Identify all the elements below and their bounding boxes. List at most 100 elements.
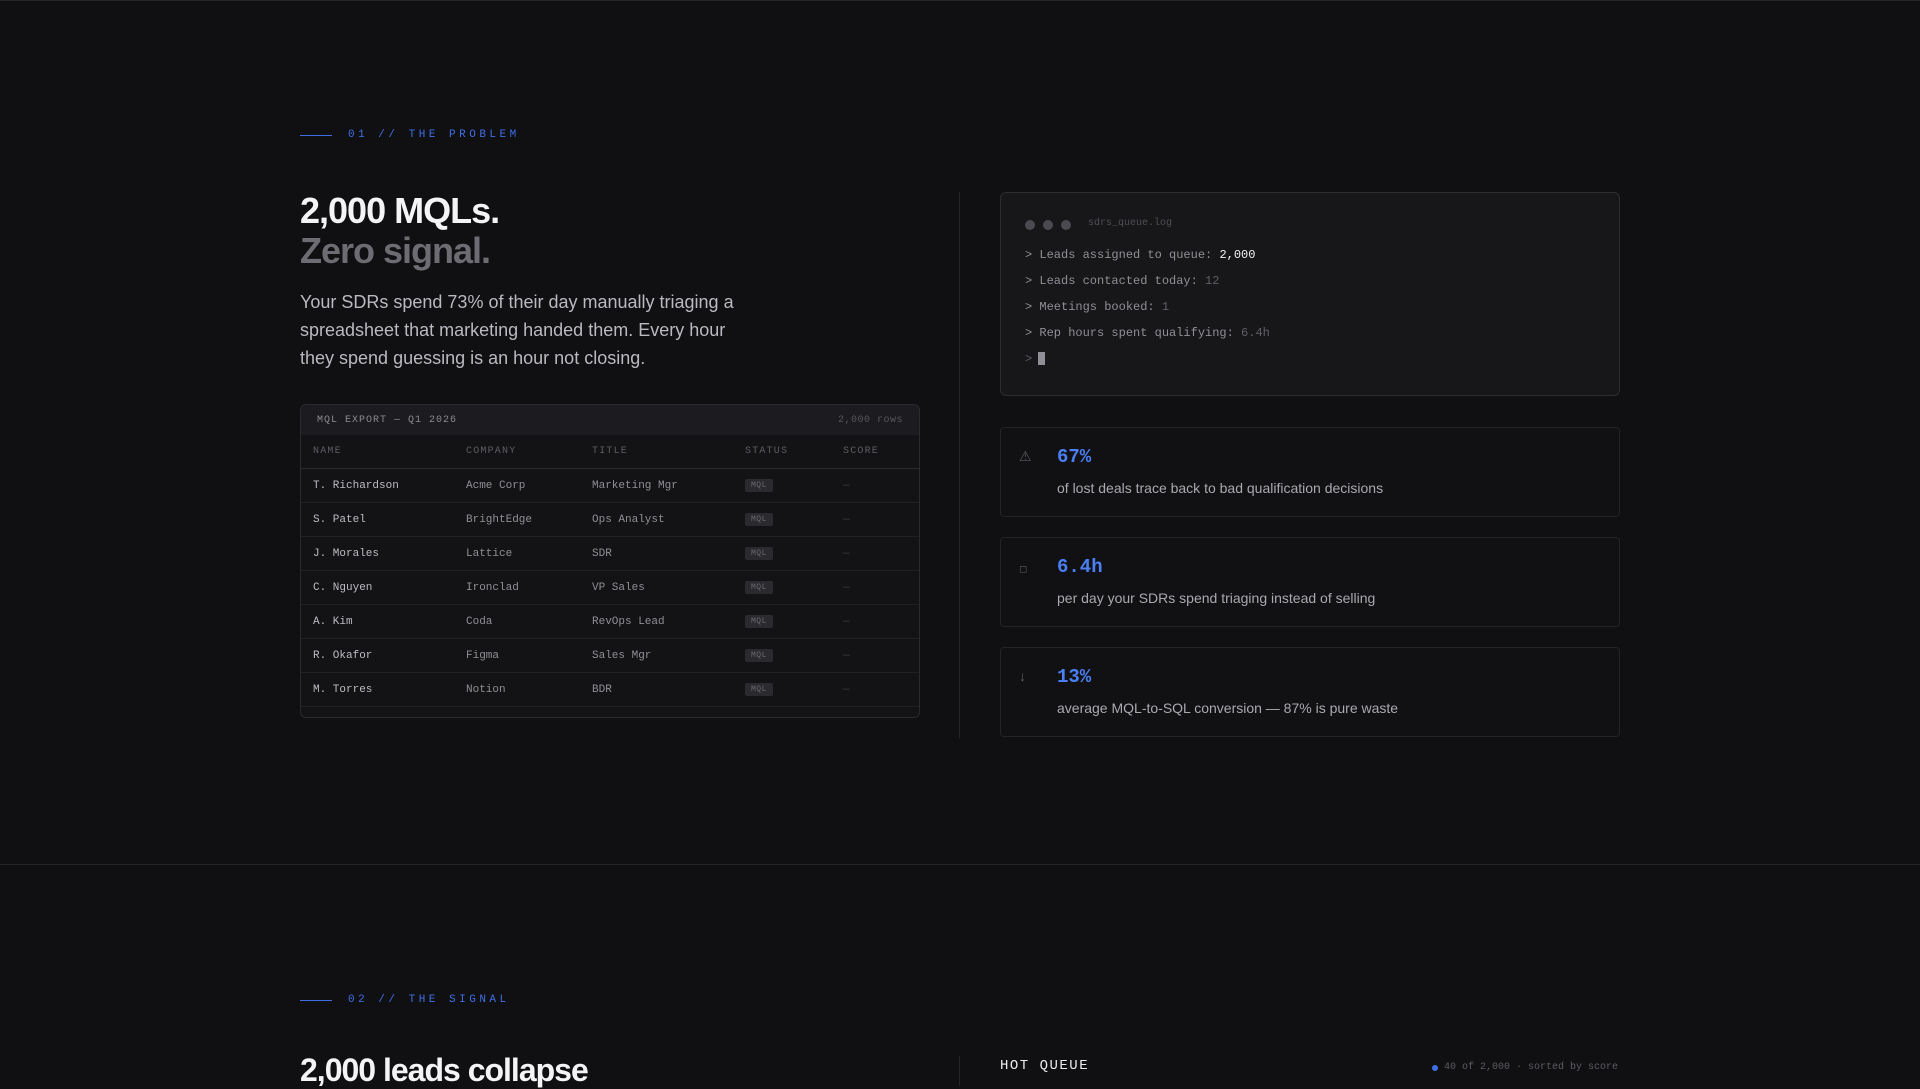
cell-company: Acme Corp <box>466 479 526 492</box>
column-header-name[interactable]: NAME <box>313 446 466 457</box>
cell-name: J. Morales <box>313 547 380 560</box>
window-controls <box>1025 220 1071 230</box>
status-badge: MQL <box>745 581 773 594</box>
cell-name: S. Patel <box>313 513 366 526</box>
queue-log-terminal: sdrs_queue.log > Leads assigned to queue… <box>1000 192 1620 396</box>
table-row[interactable]: T. Richardson Acme Corp Marketing Mgr MQ… <box>301 469 919 503</box>
table-row[interactable]: M. Torres Notion BDR MQL — <box>301 673 919 707</box>
cell-score: — <box>843 683 850 696</box>
cell-company: Lattice <box>466 547 513 560</box>
cell-status: MQL <box>745 581 843 594</box>
window-dot-icon[interactable] <box>1061 220 1071 230</box>
cell-company: Notion <box>466 683 506 696</box>
cell-title: BDR <box>592 683 612 696</box>
clock-icon: ◻ <box>1019 564 1028 575</box>
status-badge: MQL <box>745 479 773 492</box>
cell-name: R. Okafor <box>313 649 373 662</box>
cell-status: MQL <box>745 513 843 526</box>
stat-value: 6.4h <box>1057 556 1103 578</box>
cell-name: C. Nguyen <box>313 581 373 594</box>
table-header-bar: MQL EXPORT — Q1 2026 2,000 rows <box>301 405 919 435</box>
cell-title: VP Sales <box>592 581 645 594</box>
table-row[interactable]: J. Morales Lattice SDR MQL — <box>301 537 919 571</box>
status-badge: MQL <box>745 513 773 526</box>
table-row-count: 2,000 rows <box>837 414 903 426</box>
terminal-prompt[interactable]: > <box>1025 352 1046 366</box>
terminal-line-label: > Meetings booked: <box>1025 300 1155 314</box>
eyebrow-label: 02 // THE SIGNAL <box>348 994 510 1006</box>
status-badge: MQL <box>745 615 773 628</box>
column-header-title[interactable]: TITLE <box>592 446 745 457</box>
window-dot-icon[interactable] <box>1025 220 1035 230</box>
column-header-status[interactable]: STATUS <box>745 446 843 457</box>
section-headline: 2,000 leads collapse <box>300 1052 589 1088</box>
cell-score: — <box>843 547 850 560</box>
cell-title: Ops Analyst <box>592 513 665 526</box>
column-divider <box>959 1056 960 1086</box>
table-row[interactable]: S. Patel BrightEdge Ops Analyst MQL — <box>301 503 919 537</box>
eyebrow-rule <box>300 134 332 136</box>
cell-name: M. Torres <box>313 683 373 696</box>
status-badge: MQL <box>745 683 773 696</box>
window-dot-icon[interactable] <box>1043 220 1053 230</box>
stat-description: per day your SDRs spend triaging instead… <box>1057 590 1376 606</box>
table-row[interactable]: R. Okafor Figma Sales Mgr MQL — <box>301 639 919 673</box>
terminal-line-value: 2,000 <box>1219 248 1256 262</box>
stat-value: 67% <box>1057 446 1092 468</box>
page-headline: 2,000 MQLs. <box>300 190 500 231</box>
stat-card-conversion: ↓ 13% average MQL-to-SQL conversion — 87… <box>1000 647 1620 737</box>
cell-company: Figma <box>466 649 500 662</box>
cell-score: — <box>843 615 850 628</box>
stat-card-hours: ◻ 6.4h per day your SDRs spend triaging … <box>1000 537 1620 627</box>
eyebrow-label: 01 // THE PROBLEM <box>348 129 520 141</box>
cell-company: Coda <box>466 615 493 628</box>
stat-description: of lost deals trace back to bad qualific… <box>1057 480 1384 496</box>
cell-status: MQL <box>745 479 843 492</box>
section-divider <box>0 864 1920 865</box>
cell-status: MQL <box>745 649 843 662</box>
table-body: T. Richardson Acme Corp Marketing Mgr MQ… <box>301 469 919 707</box>
section-eyebrow: 02 // THE SIGNAL <box>300 994 510 1006</box>
hot-queue-title: HOT QUEUE <box>1000 1058 1090 1074</box>
page-subheadline: Zero signal. <box>300 230 491 271</box>
cell-company: Ironclad <box>466 581 519 594</box>
terminal-line: > Leads contacted today: 12 <box>1025 274 1219 288</box>
hot-queue-meta: 40 of 2,000 · sorted by score <box>1431 1062 1618 1073</box>
status-badge: MQL <box>745 547 773 560</box>
cell-title: Marketing Mgr <box>592 479 678 492</box>
stat-card-lost-deals: ⚠ 67% of lost deals trace back to bad qu… <box>1000 427 1620 517</box>
prompt-symbol: > <box>1025 352 1033 366</box>
cell-status: MQL <box>745 547 843 560</box>
terminal-line: > Leads assigned to queue: 2,000 <box>1025 248 1255 262</box>
column-header-company[interactable]: COMPANY <box>466 446 592 457</box>
column-divider <box>959 192 960 738</box>
table-row[interactable]: A. Kim Coda RevOps Lead MQL — <box>301 605 919 639</box>
column-header-score[interactable]: SCORE <box>843 446 903 457</box>
eyebrow-rule <box>300 999 332 1001</box>
terminal-line: > Rep hours spent qualifying: 6.4h <box>1025 326 1270 340</box>
cell-score: — <box>843 581 850 594</box>
terminal-line-label: > Rep hours spent qualifying: <box>1025 326 1234 340</box>
top-border <box>0 0 1920 1</box>
arrow-down-icon: ↓ <box>1019 668 1026 684</box>
warning-icon: ⚠ <box>1019 448 1032 464</box>
section-eyebrow: 01 // THE PROBLEM <box>300 129 520 141</box>
table-column-headers: NAME COMPANY TITLE STATUS SCORE <box>301 435 919 469</box>
table-row[interactable]: C. Nguyen Ironclad VP Sales MQL — <box>301 571 919 605</box>
cell-score: — <box>843 649 850 662</box>
table-title: MQL EXPORT — Q1 2026 <box>317 414 458 426</box>
terminal-line-value: 1 <box>1161 300 1170 314</box>
mql-export-table: MQL EXPORT — Q1 2026 2,000 rows NAME COM… <box>300 404 920 718</box>
live-dot-icon <box>1431 1064 1438 1071</box>
cursor-icon <box>1038 352 1046 366</box>
stat-description: average MQL-to-SQL conversion — 87% is p… <box>1057 700 1399 716</box>
terminal-filename: sdrs_queue.log <box>1088 218 1173 229</box>
cell-name: A. Kim <box>313 615 353 628</box>
cell-status: MQL <box>745 615 843 628</box>
stat-value: 13% <box>1057 666 1092 688</box>
terminal-line-value: 6.4h <box>1241 326 1270 340</box>
terminal-line-label: > Leads assigned to queue: <box>1025 248 1213 262</box>
cell-score: — <box>843 513 850 526</box>
cell-status: MQL <box>745 683 843 696</box>
cell-title: Sales Mgr <box>592 649 652 662</box>
